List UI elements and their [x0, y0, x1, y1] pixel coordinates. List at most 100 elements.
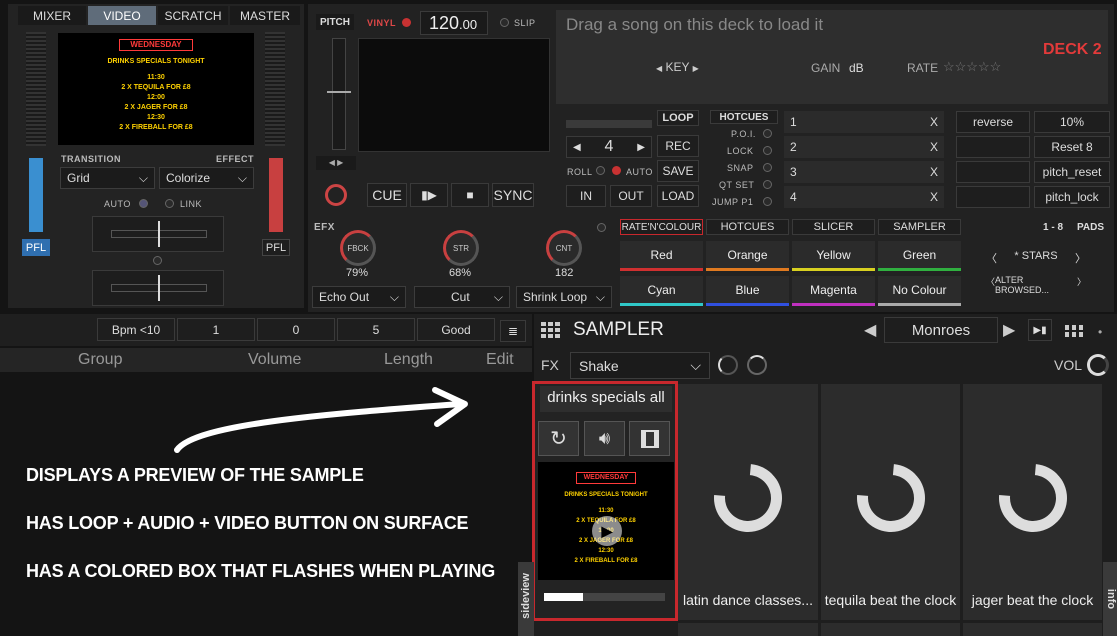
pad-green[interactable]: Green [878, 241, 961, 271]
qtset-toggle[interactable] [763, 180, 772, 189]
hotcues-label[interactable]: HOTCUES [710, 110, 778, 124]
chevron-right-icon[interactable]: ▶ [1003, 320, 1015, 340]
hotcue-clear[interactable]: X [930, 140, 938, 154]
load-button[interactable]: LOAD [657, 185, 699, 207]
skip-end-icon[interactable]: ▶▮ [1028, 319, 1052, 341]
vol-knob[interactable] [1087, 354, 1109, 376]
sample-tile[interactable]: tequila beat the clock [821, 384, 960, 620]
filter-1[interactable]: 1 [177, 318, 255, 341]
column-edit[interactable]: Edit [486, 351, 514, 369]
play-button[interactable]: ▮▶ [410, 183, 448, 207]
sample-video-preview[interactable]: WEDNESDAY DRINKS SPECIALS TONIGHT 11:30 … [538, 462, 674, 580]
tab-master[interactable]: MASTER [230, 6, 300, 25]
vinyl-led[interactable] [402, 18, 411, 27]
fx-select[interactable]: Shake ⌵ [570, 352, 710, 379]
crossfader-top[interactable] [92, 216, 224, 252]
crossfader-bottom[interactable] [92, 270, 224, 306]
empty-button[interactable] [956, 186, 1030, 208]
hotcue-clear[interactable]: X [930, 165, 938, 179]
column-group[interactable]: Group [78, 351, 122, 369]
sample-tile[interactable]: latin dance classes... [678, 384, 818, 620]
alter-selector[interactable]: 〈 ALTER BROWSED... 〉 [986, 275, 1086, 295]
pad-cyan[interactable]: Cyan [620, 276, 703, 306]
pad-yellow[interactable]: Yellow [792, 241, 875, 271]
lock-toggle[interactable] [763, 146, 772, 155]
fx-knob-2[interactable] [747, 355, 767, 375]
filter-bpm[interactable]: Bpm <10 [97, 318, 175, 341]
reset-button[interactable]: Reset 8 [1034, 136, 1110, 158]
layout-icon[interactable] [1065, 325, 1083, 337]
pads-tab-slicer[interactable]: SLICER [792, 219, 875, 235]
preset-selector[interactable]: Monroes [884, 317, 998, 343]
grid-icon[interactable] [541, 322, 561, 338]
tab-scratch[interactable]: SCRATCH [158, 6, 228, 25]
efx-select-3[interactable]: Shrink Loop ⌵ [516, 286, 612, 308]
pad-orange[interactable]: Orange [706, 241, 789, 271]
pfl-button-left[interactable]: PFL [22, 239, 50, 256]
nudge-buttons[interactable]: ◀ ▶ [316, 156, 356, 170]
str-knob[interactable]: STR [443, 230, 479, 266]
loop-label[interactable]: LOOP [657, 110, 699, 126]
stop-button[interactable]: ■ [451, 183, 489, 207]
audio-toggle-button[interactable]: 🔊︎ [584, 421, 625, 456]
auto-toggle[interactable] [139, 199, 148, 208]
column-volume[interactable]: Volume [248, 351, 301, 369]
loop-in-button[interactable]: IN [566, 185, 606, 207]
pitch-lock-button[interactable]: pitch_lock [1034, 186, 1110, 208]
target-icon[interactable] [325, 184, 347, 206]
loop-toggle-button[interactable]: ↻ [538, 421, 579, 456]
poi-toggle[interactable] [763, 129, 772, 138]
fx-knob-1[interactable] [718, 355, 738, 375]
column-length[interactable]: Length [384, 351, 433, 369]
auto-led[interactable] [612, 166, 621, 175]
reverse-button[interactable]: reverse [956, 111, 1030, 133]
efx-select-2[interactable]: Cut ⌵ [414, 286, 510, 308]
hotcue-slot[interactable]: 3X [784, 161, 944, 183]
jog-wheel-area[interactable] [358, 38, 550, 152]
play-icon[interactable]: ▶ [592, 516, 622, 546]
link-toggle[interactable] [165, 199, 174, 208]
filter-good[interactable]: Good [417, 318, 495, 341]
list-options-icon[interactable]: ≣ [500, 320, 526, 342]
pads-tab-hotcues[interactable]: HOTCUES [706, 219, 789, 235]
filter-5[interactable]: 5 [337, 318, 415, 341]
save-button[interactable]: SAVE [657, 160, 699, 182]
empty-button[interactable] [956, 161, 1030, 183]
crossfader-toggle[interactable] [153, 256, 162, 265]
empty-button[interactable] [956, 136, 1030, 158]
hotcue-slot[interactable]: 1X [784, 111, 944, 133]
pitch-slider[interactable] [327, 38, 351, 150]
hotcue-clear[interactable]: X [930, 190, 938, 204]
snap-toggle[interactable] [763, 163, 772, 172]
sync-button[interactable]: SYNC [492, 183, 534, 207]
hotcue-clear[interactable]: X [930, 115, 938, 129]
key-field[interactable]: ◀ KEY ▶ [656, 60, 699, 74]
pitch-reset-button[interactable]: pitch_reset [1034, 161, 1110, 183]
sample-title[interactable]: drinks specials all [540, 386, 672, 412]
rec-button[interactable]: REC [657, 135, 699, 157]
hotcue-slot[interactable]: 4X [784, 186, 944, 208]
sample-tile[interactable] [963, 623, 1102, 636]
roll-toggle[interactable] [596, 166, 605, 175]
cue-button[interactable]: CUE [367, 183, 407, 207]
rating-stars[interactable]: ☆☆☆☆☆ [943, 59, 1001, 75]
video-toggle-button[interactable] [629, 421, 670, 456]
pad-blue[interactable]: Blue [706, 276, 789, 306]
pfl-fader-left[interactable] [29, 158, 43, 232]
pads-tab-sampler[interactable]: SAMPLER [878, 219, 961, 235]
loop-size-selector[interactable]: ◀ 4 ▶ [566, 136, 652, 158]
pads-tab-ratencolour[interactable]: RATE'N'COLOUR [620, 219, 703, 235]
loop-out-button[interactable]: OUT [610, 185, 652, 207]
transition-select[interactable]: Grid ⌵ [60, 167, 155, 189]
pad-magenta[interactable]: Magenta [792, 276, 875, 306]
tab-video[interactable]: VIDEO [88, 6, 156, 25]
efx-select-1[interactable]: Echo Out ⌵ [312, 286, 406, 308]
hotcue-slot[interactable]: 2X [784, 136, 944, 158]
pfl-button-right[interactable]: PFL [262, 239, 290, 256]
pad-red[interactable]: Red [620, 241, 703, 271]
cnt-knob[interactable]: CNT [546, 230, 582, 266]
tab-mixer[interactable]: MIXER [18, 6, 86, 25]
filter-0[interactable]: 0 [257, 318, 335, 341]
percent-button[interactable]: 10% [1034, 111, 1110, 133]
chevron-left-icon[interactable]: ◀ [864, 320, 876, 340]
